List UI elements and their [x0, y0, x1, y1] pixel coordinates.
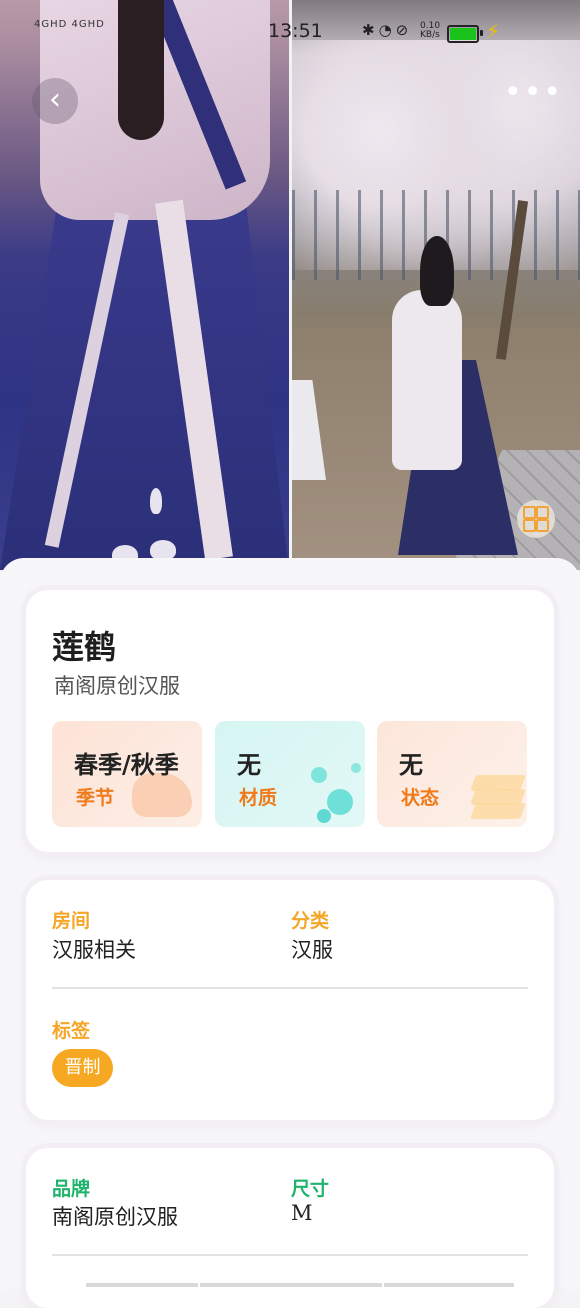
divider [52, 1254, 528, 1256]
size-label: 尺寸 [291, 1178, 330, 1200]
more-dots-icon: ••• [504, 75, 564, 110]
photo-embroidery [150, 540, 176, 560]
grid-icon [536, 519, 549, 532]
brand-label: 品牌 [52, 1178, 91, 1200]
grid-icon [523, 506, 536, 519]
grid-icon [523, 519, 536, 532]
season-label: 季节 [76, 787, 115, 809]
room-value[interactable]: 汉服相关 [52, 934, 136, 964]
next-row-placeholder [52, 1283, 528, 1289]
more-options-button[interactable]: ••• [504, 78, 561, 118]
tag-chip[interactable]: 晋制 [52, 1049, 113, 1087]
brand-value[interactable]: 南阁原创汉服 [52, 1201, 178, 1231]
photo-skirt [0, 200, 289, 570]
photo-embroidery [150, 488, 162, 514]
molecule-icon [327, 789, 353, 815]
room-label: 房间 [52, 910, 91, 932]
category-label: 分类 [291, 910, 330, 932]
item-title: 莲鹤 [52, 628, 117, 666]
network-speed: 0.10 KB/s [420, 21, 441, 40]
status-label: 状态 [401, 787, 440, 809]
status-bar: 4GHD 4GHD 13:51 ✱◔⊘ 0.10 KB/s ⚡ [0, 0, 580, 62]
photo-blouse [392, 290, 462, 470]
back-button[interactable]: ‹ [32, 78, 78, 124]
battery-icon [447, 25, 483, 43]
molecule-icon [351, 763, 361, 773]
status-icons: ✱◔⊘ [362, 21, 413, 39]
tags-label: 标签 [52, 1020, 91, 1042]
divider [52, 987, 528, 989]
material-label: 材质 [239, 787, 278, 809]
hero-photos[interactable] [0, 0, 580, 570]
layers-icon [470, 803, 526, 819]
clock: 13:51 [268, 20, 323, 42]
chevron-left-icon: ‹ [49, 82, 61, 117]
signal-indicator: 4GHD 4GHD [34, 19, 105, 30]
material-value: 无 [237, 750, 261, 779]
size-value[interactable]: M [291, 1201, 313, 1225]
status-tile[interactable]: 无 状态 [377, 721, 527, 827]
season-value: 春季/秋季 [74, 750, 179, 779]
category-value[interactable]: 汉服 [291, 934, 333, 964]
season-tile[interactable]: 春季/秋季 季节 [52, 721, 202, 827]
material-tile[interactable]: 无 材质 [215, 721, 365, 827]
item-subtitle: 南阁原创汉服 [54, 674, 180, 698]
molecule-icon [311, 767, 327, 783]
location-card [26, 880, 554, 1120]
grid-icon [536, 506, 549, 519]
molecule-icon [317, 809, 331, 823]
gallery-grid-button[interactable] [517, 500, 555, 538]
charging-icon: ⚡ [486, 19, 501, 43]
photo-hair [420, 236, 454, 306]
status-value: 无 [399, 750, 423, 779]
